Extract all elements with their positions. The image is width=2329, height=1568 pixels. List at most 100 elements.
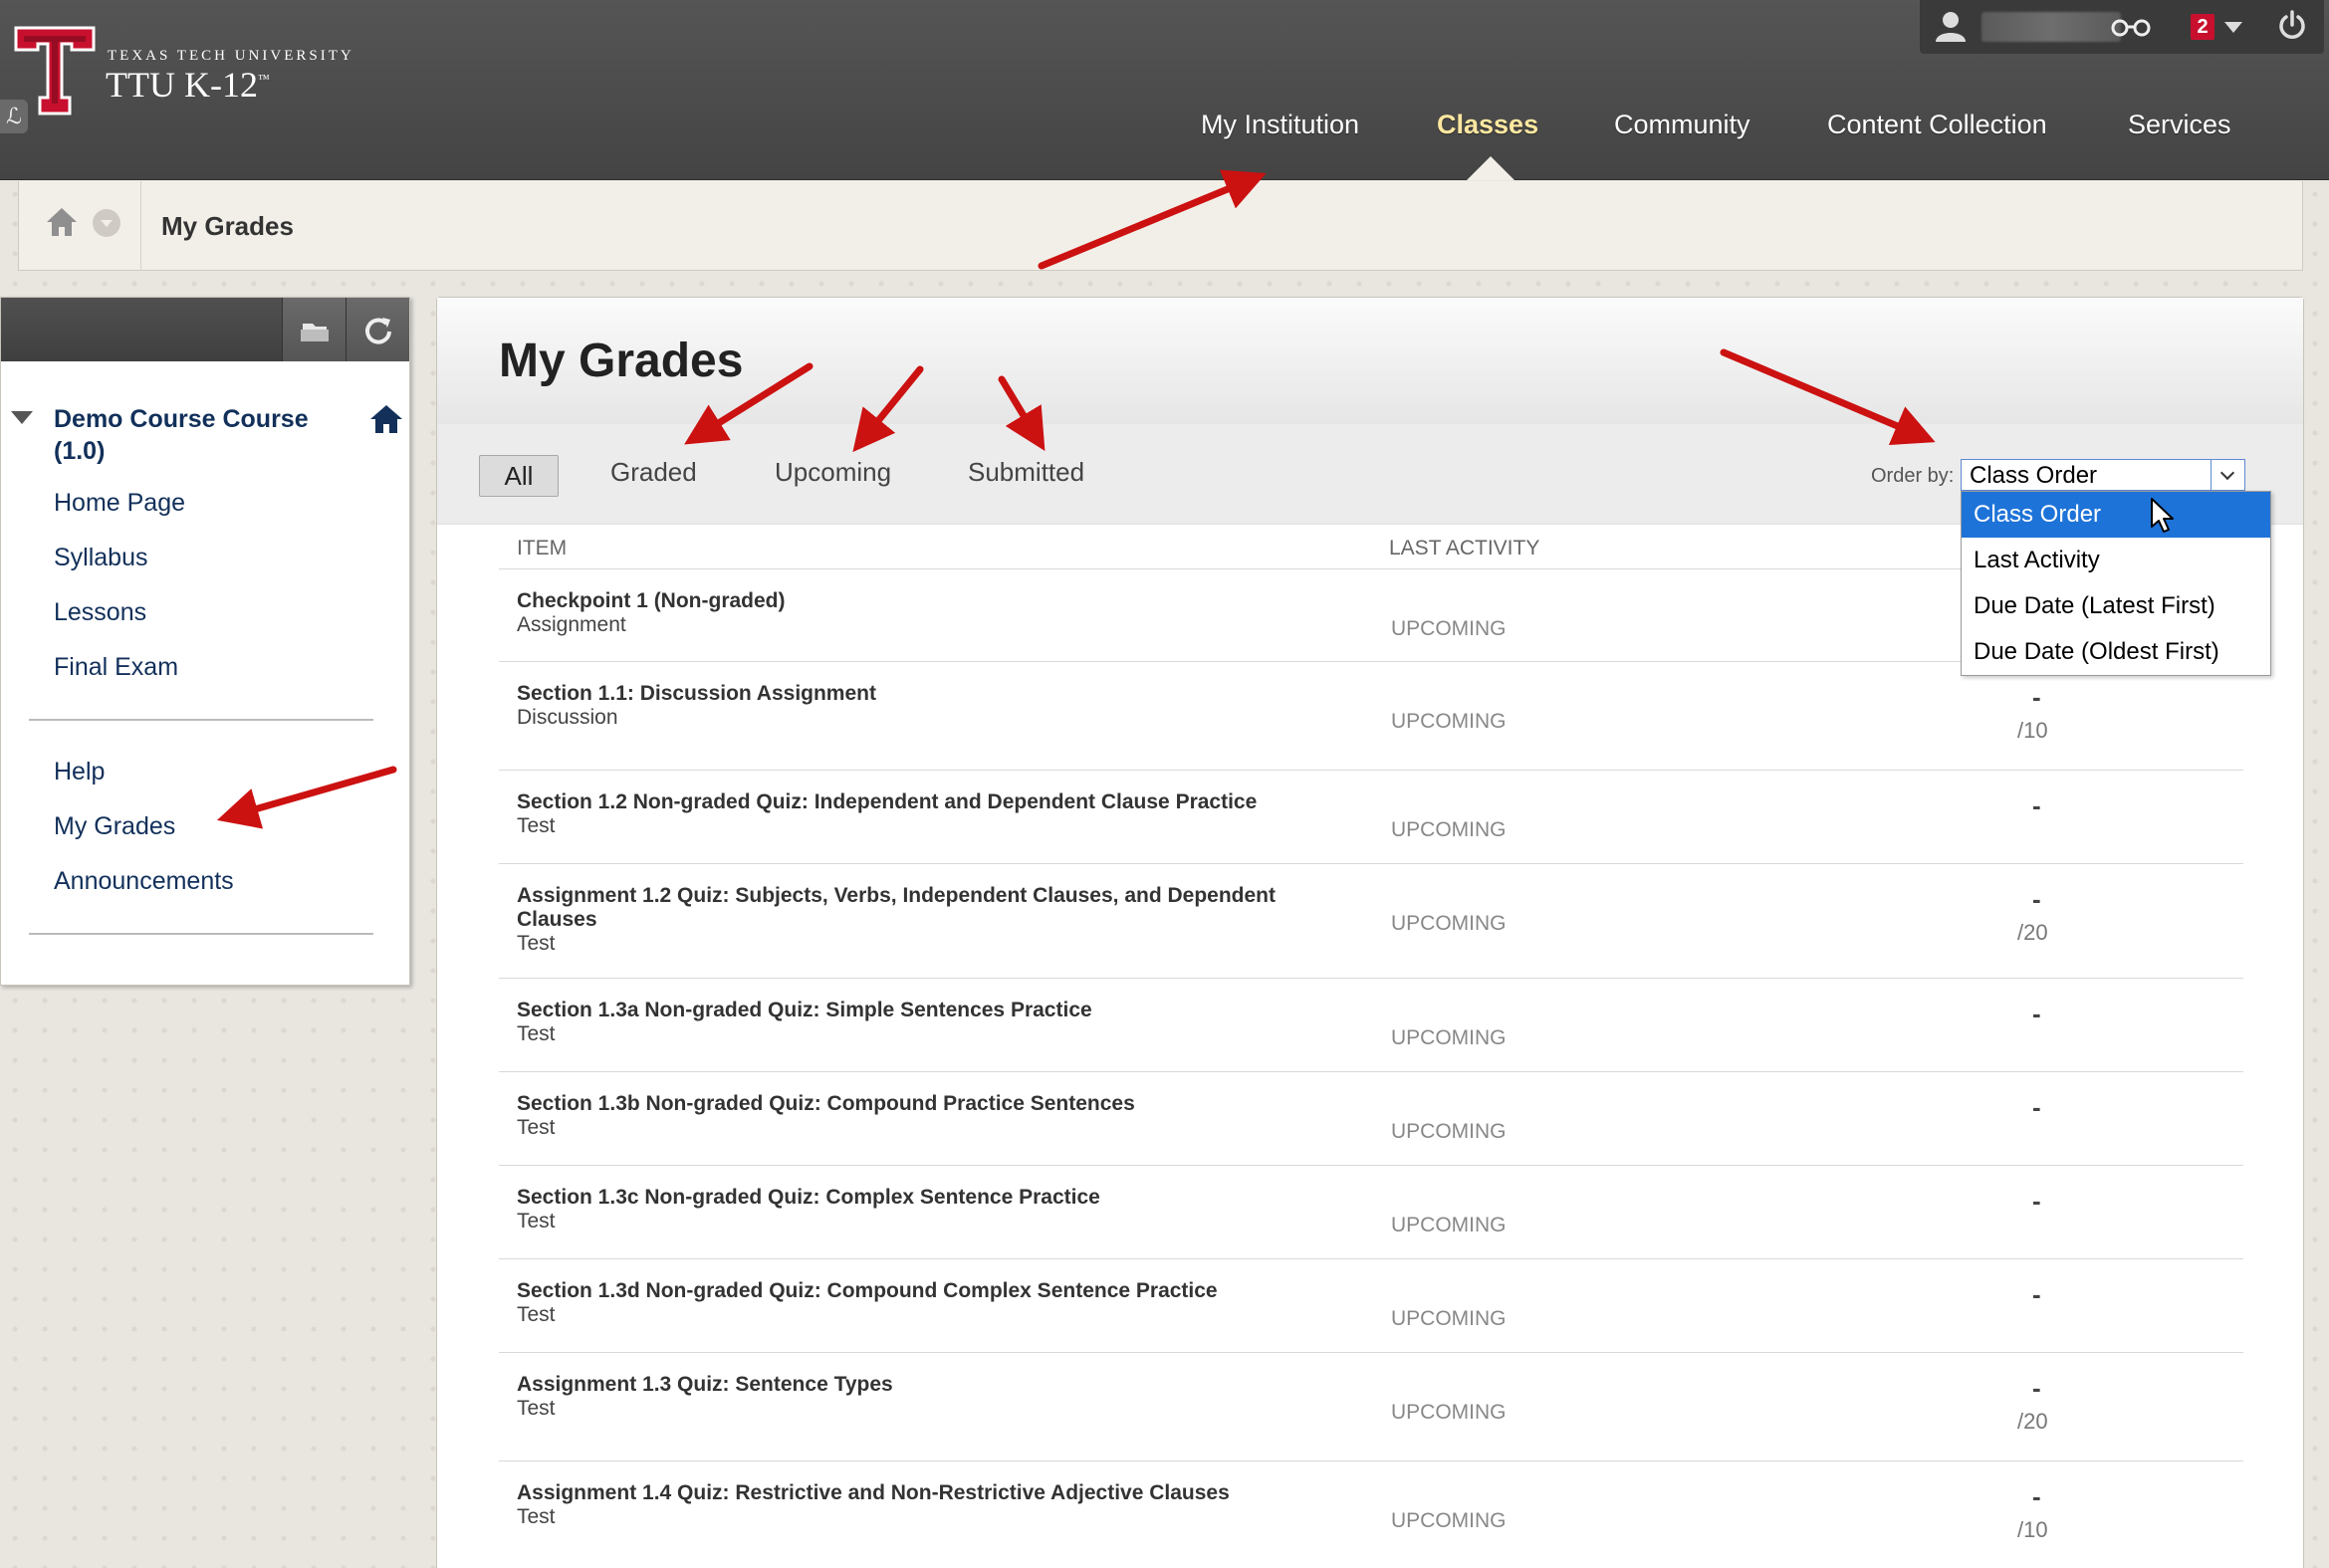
table-row[interactable]: Assignment 1.2 Quiz: Subjects, Verbs, In…: [499, 863, 2243, 978]
item-grade: -: [2032, 790, 2041, 820]
item-title[interactable]: Section 1.2 Non-graded Quiz: Independent…: [517, 790, 1333, 814]
table-row[interactable]: Section 1.3c Non-graded Quiz: Complex Se…: [499, 1165, 2243, 1258]
tab-classes[interactable]: Classes: [1437, 110, 1538, 140]
item-grade: -: [2032, 1092, 2041, 1122]
glasses-icon[interactable]: [2109, 16, 2153, 38]
sidebar-item-announcements[interactable]: Announcements: [54, 867, 234, 896]
column-header-last-activity[interactable]: LAST ACTIVITY: [1389, 537, 1539, 560]
item-last-activity: UPCOMING: [1391, 1509, 1507, 1532]
item-type: Test: [517, 814, 556, 837]
power-icon: [2279, 10, 2305, 39]
tab-services[interactable]: Services: [2128, 110, 2231, 140]
item-type: Test: [517, 1116, 556, 1139]
mouse-cursor-icon: [2151, 498, 2174, 533]
item-last-activity: UPCOMING: [1391, 617, 1507, 640]
item-last-activity: UPCOMING: [1391, 1026, 1507, 1049]
item-title[interactable]: Section 1.3a Non-graded Quiz: Simple Sen…: [517, 999, 1333, 1022]
tab-content-collection[interactable]: Content Collection: [1827, 110, 2047, 140]
item-type: Test: [517, 932, 556, 955]
column-header-item[interactable]: ITEM: [517, 537, 567, 560]
logout-button[interactable]: [2260, 0, 2324, 54]
university-name: TEXAS TECH UNIVERSITY: [108, 48, 354, 64]
course-title[interactable]: Demo Course Course (1.0): [54, 403, 352, 467]
order-option-last-activity[interactable]: Last Activity: [1962, 538, 2270, 583]
notifications-caret-icon[interactable]: [2224, 22, 2242, 33]
chevron-down-icon[interactable]: [2211, 460, 2244, 490]
order-by-label: Order by:: [1871, 465, 1955, 487]
item-last-activity: UPCOMING: [1391, 1214, 1507, 1236]
item-points-possible: /10: [2017, 718, 2048, 743]
item-grade: -: [2032, 1373, 2041, 1403]
refresh-button[interactable]: [346, 298, 409, 361]
notification-count-badge[interactable]: 2: [2191, 14, 2214, 40]
folder-icon: [301, 324, 329, 341]
order-option-class-order[interactable]: Class Order: [1962, 492, 2270, 538]
item-type: Test: [517, 1505, 556, 1528]
item-type: Test: [517, 1210, 556, 1232]
item-grade: -: [2032, 682, 2041, 712]
item-title[interactable]: Section 1.3c Non-graded Quiz: Complex Se…: [517, 1186, 1333, 1210]
item-type: Assignment: [517, 613, 626, 636]
sidebar-item-home-page[interactable]: Home Page: [54, 489, 185, 518]
filter-tab-submitted[interactable]: Submitted: [968, 457, 1084, 488]
item-grade: -: [2032, 999, 2041, 1028]
sidebar-divider: [29, 719, 373, 721]
breadcrumb-divider: [140, 181, 141, 271]
filter-tab-graded[interactable]: Graded: [610, 457, 697, 488]
table-row[interactable]: Section 1.3a Non-graded Quiz: Simple Sen…: [499, 978, 2243, 1071]
item-grade: -: [2032, 1279, 2041, 1309]
tab-community[interactable]: Community: [1614, 110, 1750, 140]
table-row[interactable]: Assignment 1.4 Quiz: Restrictive and Non…: [499, 1460, 2243, 1568]
user-name-redacted[interactable]: [1981, 12, 2121, 42]
item-title[interactable]: Assignment 1.3 Quiz: Sentence Types: [517, 1373, 1333, 1397]
table-row[interactable]: Section 1.2 Non-graded Quiz: Independent…: [499, 770, 2243, 863]
user-bar: 2: [1920, 0, 2278, 54]
sidebar-divider: [29, 933, 373, 935]
breadcrumb-menu-icon[interactable]: [93, 209, 120, 237]
item-type: Test: [517, 1397, 556, 1420]
item-title[interactable]: Section 1.3b Non-graded Quiz: Compound P…: [517, 1092, 1333, 1116]
item-type: Discussion: [517, 706, 618, 729]
link-icon[interactable]: ℒ: [0, 100, 28, 133]
item-last-activity: UPCOMING: [1391, 912, 1507, 935]
course-home-icon[interactable]: [369, 403, 403, 435]
table-row[interactable]: Section 1.3b Non-graded Quiz: Compound P…: [499, 1071, 2243, 1165]
item-title[interactable]: Section 1.1: Discussion Assignment: [517, 682, 1333, 706]
item-title[interactable]: Assignment 1.4 Quiz: Restrictive and Non…: [517, 1481, 1333, 1505]
sidebar-item-final-exam[interactable]: Final Exam: [54, 653, 178, 682]
active-tab-pointer: [1467, 156, 1514, 180]
table-row[interactable]: Section 1.3d Non-graded Quiz: Compound C…: [499, 1258, 2243, 1352]
order-option-due-date-oldest[interactable]: Due Date (Oldest First): [1962, 629, 2270, 675]
order-option-due-date-latest[interactable]: Due Date (Latest First): [1962, 583, 2270, 629]
sidebar-item-lessons[interactable]: Lessons: [54, 598, 146, 627]
filter-tab-upcoming[interactable]: Upcoming: [775, 457, 891, 488]
product-name: TTU K-12™: [106, 65, 270, 105]
tab-my-institution[interactable]: My Institution: [1201, 110, 1359, 140]
table-row[interactable]: Section 1.1: Discussion Assignment Discu…: [499, 661, 2243, 770]
table-row[interactable]: Assignment 1.3 Quiz: Sentence Types Test…: [499, 1352, 2243, 1460]
item-grade: -: [2032, 884, 2041, 914]
trademark-mark: ™: [257, 72, 270, 86]
item-title[interactable]: Assignment 1.2 Quiz: Subjects, Verbs, In…: [517, 884, 1333, 932]
sidebar-item-help[interactable]: Help: [54, 758, 105, 786]
item-points-possible: /20: [2017, 1409, 2048, 1434]
course-menu: Demo Course Course (1.0) Home Page Sylla…: [0, 297, 410, 986]
sidebar-item-syllabus[interactable]: Syllabus: [54, 544, 148, 572]
filter-tab-all[interactable]: All: [479, 455, 559, 497]
sidebar-item-my-grades[interactable]: My Grades: [54, 812, 175, 841]
item-points-possible: /20: [2017, 920, 2048, 945]
breadcrumb: My Grades: [18, 181, 2303, 271]
item-points-possible: /10: [2017, 1517, 2048, 1542]
item-grade: -: [2032, 1481, 2041, 1511]
folder-view-button[interactable]: [282, 298, 346, 361]
user-icon[interactable]: [1934, 10, 1968, 44]
item-last-activity: UPCOMING: [1391, 1120, 1507, 1143]
item-title[interactable]: Checkpoint 1 (Non-graded): [517, 589, 1333, 613]
item-last-activity: UPCOMING: [1391, 818, 1507, 841]
home-icon[interactable]: [45, 205, 79, 239]
breadcrumb-current-page: My Grades: [161, 211, 294, 241]
item-last-activity: UPCOMING: [1391, 1307, 1507, 1330]
item-title[interactable]: Section 1.3d Non-graded Quiz: Compound C…: [517, 1279, 1333, 1303]
order-by-select[interactable]: Class Order: [1961, 459, 2245, 491]
collapse-caret-icon[interactable]: [11, 411, 33, 424]
